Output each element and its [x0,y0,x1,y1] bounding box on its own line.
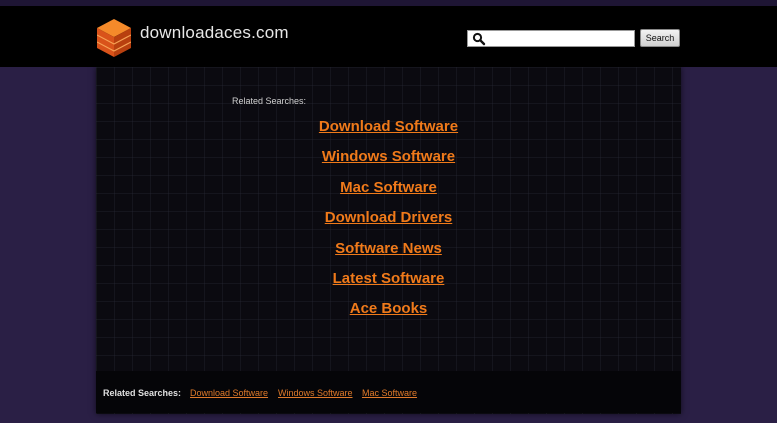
related-link-software-news[interactable]: Software News [96,238,681,268]
footer: Related Searches: Download Software Wind… [96,371,681,413]
search-box[interactable] [467,30,635,47]
related-link-download-drivers[interactable]: Download Drivers [96,207,681,237]
related-link-download-software[interactable]: Download Software [96,116,681,146]
site-name[interactable]: downloadaces.com [140,23,289,43]
related-links-list: Download Software Windows Software Mac S… [96,116,681,329]
search-button[interactable]: Search [640,29,680,47]
footer-link-mac-software[interactable]: Mac Software [362,388,417,398]
related-link-windows-software[interactable]: Windows Software [96,146,681,176]
related-link-latest-software[interactable]: Latest Software [96,268,681,298]
related-searches-title: Related Searches: [232,96,307,106]
magnifier-icon [472,32,486,46]
logo-icon[interactable] [97,19,131,57]
search-input[interactable] [488,31,632,46]
footer-link-download-software[interactable]: Download Software [190,388,268,398]
related-link-ace-books[interactable]: Ace Books [96,298,681,328]
related-link-mac-software[interactable]: Mac Software [96,177,681,207]
footer-link-windows-software[interactable]: Windows Software [278,388,353,398]
header: downloadaces.com Search [0,6,777,67]
footer-label: Related Searches: [103,388,182,398]
